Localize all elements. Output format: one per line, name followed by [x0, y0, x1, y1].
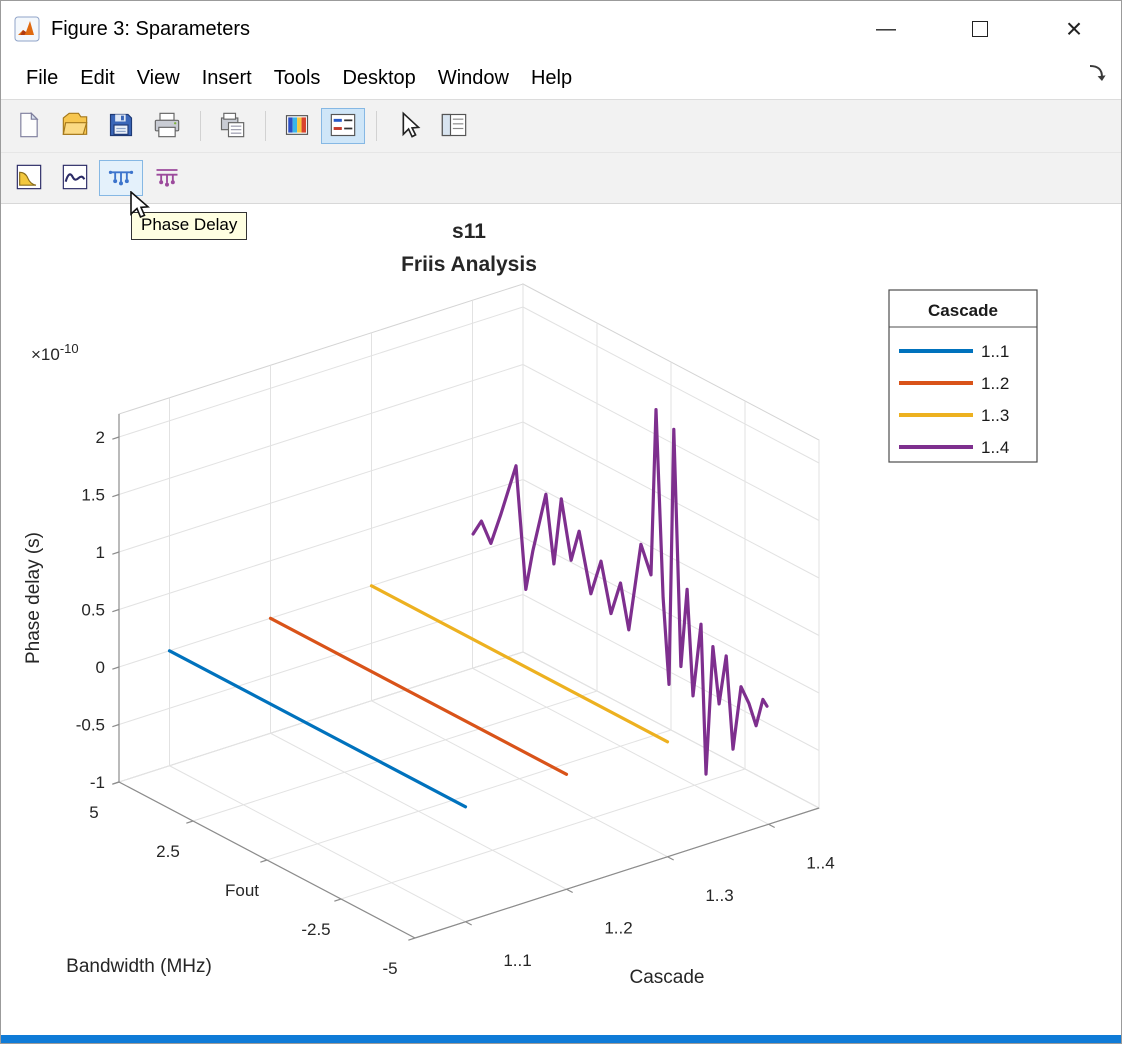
- y-tick-label: 1..2: [604, 918, 632, 937]
- tick-mark: [112, 436, 120, 440]
- tick-mark: [566, 888, 573, 894]
- plot-tools-button[interactable]: [432, 108, 476, 144]
- insert-colorbar-icon: [283, 111, 311, 142]
- z-tick-label: 0: [96, 658, 105, 677]
- mouse-cursor-icon: [130, 191, 150, 219]
- save-figure-icon: [107, 111, 135, 142]
- menubar: File Edit View Insert Tools Desktop Wind…: [1, 57, 1121, 99]
- menu-edit[interactable]: Edit: [69, 64, 125, 93]
- tick-mark: [768, 823, 775, 829]
- maximize-button[interactable]: [933, 1, 1027, 57]
- y-tick-label: 1..3: [705, 886, 733, 905]
- open-file-icon: [61, 111, 89, 142]
- z-tick-label: -0.5: [76, 716, 105, 735]
- tick-mark: [465, 921, 472, 926]
- x-tick-label: 2.5: [156, 842, 180, 861]
- y-axis-label: Cascade: [630, 967, 705, 988]
- z-scale-label: ×10-10: [31, 341, 79, 364]
- z-tick-label: 1: [96, 543, 105, 562]
- dock-figure-icon[interactable]: [1087, 63, 1107, 88]
- toolbar-separator: [200, 111, 201, 141]
- figure-canvas: 5 2.5 Fout -2.5 -5 1..1 1..2 1..3 1..4 -1 -0.5 0 0.5…: [1, 204, 1121, 1040]
- angle-icon: [60, 163, 90, 194]
- legend[interactable]: Cascade 1..1 1..2 1..3 1..4: [888, 289, 1038, 463]
- tick-mark: [667, 856, 674, 861]
- tick-mark: [112, 493, 120, 498]
- insert-legend-icon: [329, 111, 357, 142]
- print-figure-icon: [153, 111, 181, 142]
- tick-mark: [112, 551, 120, 555]
- tooltip-text: Phase Delay: [141, 215, 238, 234]
- z-tick-label: -1: [90, 773, 105, 792]
- open-file-button[interactable]: [53, 108, 97, 144]
- axes-3d[interactable]: 5 2.5 Fout -2.5 -5 1..1 1..2 1..3 1..4 -1 -0.5 0 0.5…: [1, 204, 1121, 1040]
- tick-mark: [112, 781, 120, 785]
- chart-title: s11: [452, 220, 486, 243]
- tick-mark: [260, 859, 268, 863]
- toolbar-separator: [376, 111, 377, 141]
- tick-mark: [408, 937, 416, 941]
- legend-label: 1..4: [981, 438, 1009, 457]
- legend-label: 1..3: [981, 406, 1009, 425]
- legend-label: 1..2: [981, 374, 1009, 393]
- new-figure-button[interactable]: [7, 108, 51, 144]
- minimize-button[interactable]: —: [839, 1, 933, 57]
- menu-tools[interactable]: Tools: [263, 64, 332, 93]
- minimize-icon: —: [876, 17, 896, 40]
- menu-file[interactable]: File: [15, 64, 69, 93]
- new-figure-icon: [15, 111, 43, 142]
- z-tick-label: 0.5: [81, 601, 105, 620]
- z-tick-label: 2: [96, 428, 105, 447]
- print-preview-icon: [218, 111, 246, 142]
- menu-insert[interactable]: Insert: [191, 64, 263, 93]
- window-title: Figure 3: Sparameters: [51, 17, 250, 40]
- legend-title: Cascade: [928, 301, 998, 320]
- menu-window[interactable]: Window: [427, 64, 520, 93]
- plot-tools-icon: [440, 111, 468, 142]
- x-tick-label: Fout: [225, 881, 259, 900]
- x-tick-label: -5: [382, 959, 397, 978]
- z-tick-label: 1.5: [81, 486, 105, 505]
- tick-mark: [112, 666, 120, 670]
- window-controls: — ×: [839, 1, 1121, 57]
- figure-window: Figure 3: Sparameters — × File Edit View…: [0, 0, 1122, 1044]
- x-tick-label: -2.5: [301, 920, 330, 939]
- phase-delay-icon: [106, 163, 136, 194]
- group-delay-icon: [152, 163, 182, 194]
- save-figure-button[interactable]: [99, 108, 143, 144]
- y-tick-label: 1..4: [806, 853, 834, 872]
- menu-view[interactable]: View: [126, 64, 191, 93]
- edit-plot-icon: [394, 110, 422, 142]
- titlebar: Figure 3: Sparameters — ×: [1, 1, 1121, 57]
- chart-subtitle: Friis Analysis: [401, 253, 537, 276]
- y-tick-label: 1..1: [503, 951, 531, 970]
- tick-mark: [334, 898, 342, 902]
- magnitude-button[interactable]: [7, 160, 51, 196]
- magnitude-icon: [14, 163, 44, 194]
- menu-help[interactable]: Help: [520, 64, 583, 93]
- matlab-figure-icon: [13, 15, 41, 43]
- print-preview-button[interactable]: [210, 108, 254, 144]
- edit-plot-button[interactable]: [386, 108, 430, 144]
- angle-button[interactable]: [53, 160, 97, 196]
- insert-colorbar-button[interactable]: [275, 108, 319, 144]
- close-button[interactable]: ×: [1027, 1, 1121, 57]
- plot-toolbar: [1, 153, 1121, 204]
- main-toolbar: [1, 99, 1121, 153]
- maximize-icon: [972, 21, 988, 37]
- menu-desktop[interactable]: Desktop: [331, 64, 426, 93]
- close-icon: ×: [1065, 13, 1083, 44]
- print-figure-button[interactable]: [145, 108, 189, 144]
- taskbar-edge: [1, 1035, 1121, 1043]
- x-tick-label: 5: [89, 803, 98, 822]
- tick-mark: [112, 608, 120, 613]
- x-axis-label: Bandwidth (MHz): [66, 956, 212, 977]
- tick-mark: [112, 723, 120, 728]
- legend-label: 1..1: [981, 342, 1009, 361]
- insert-legend-button[interactable]: [321, 108, 365, 144]
- tick-mark: [186, 820, 194, 824]
- toolbar-separator: [265, 111, 266, 141]
- z-axis-label: Phase delay (s): [23, 532, 44, 664]
